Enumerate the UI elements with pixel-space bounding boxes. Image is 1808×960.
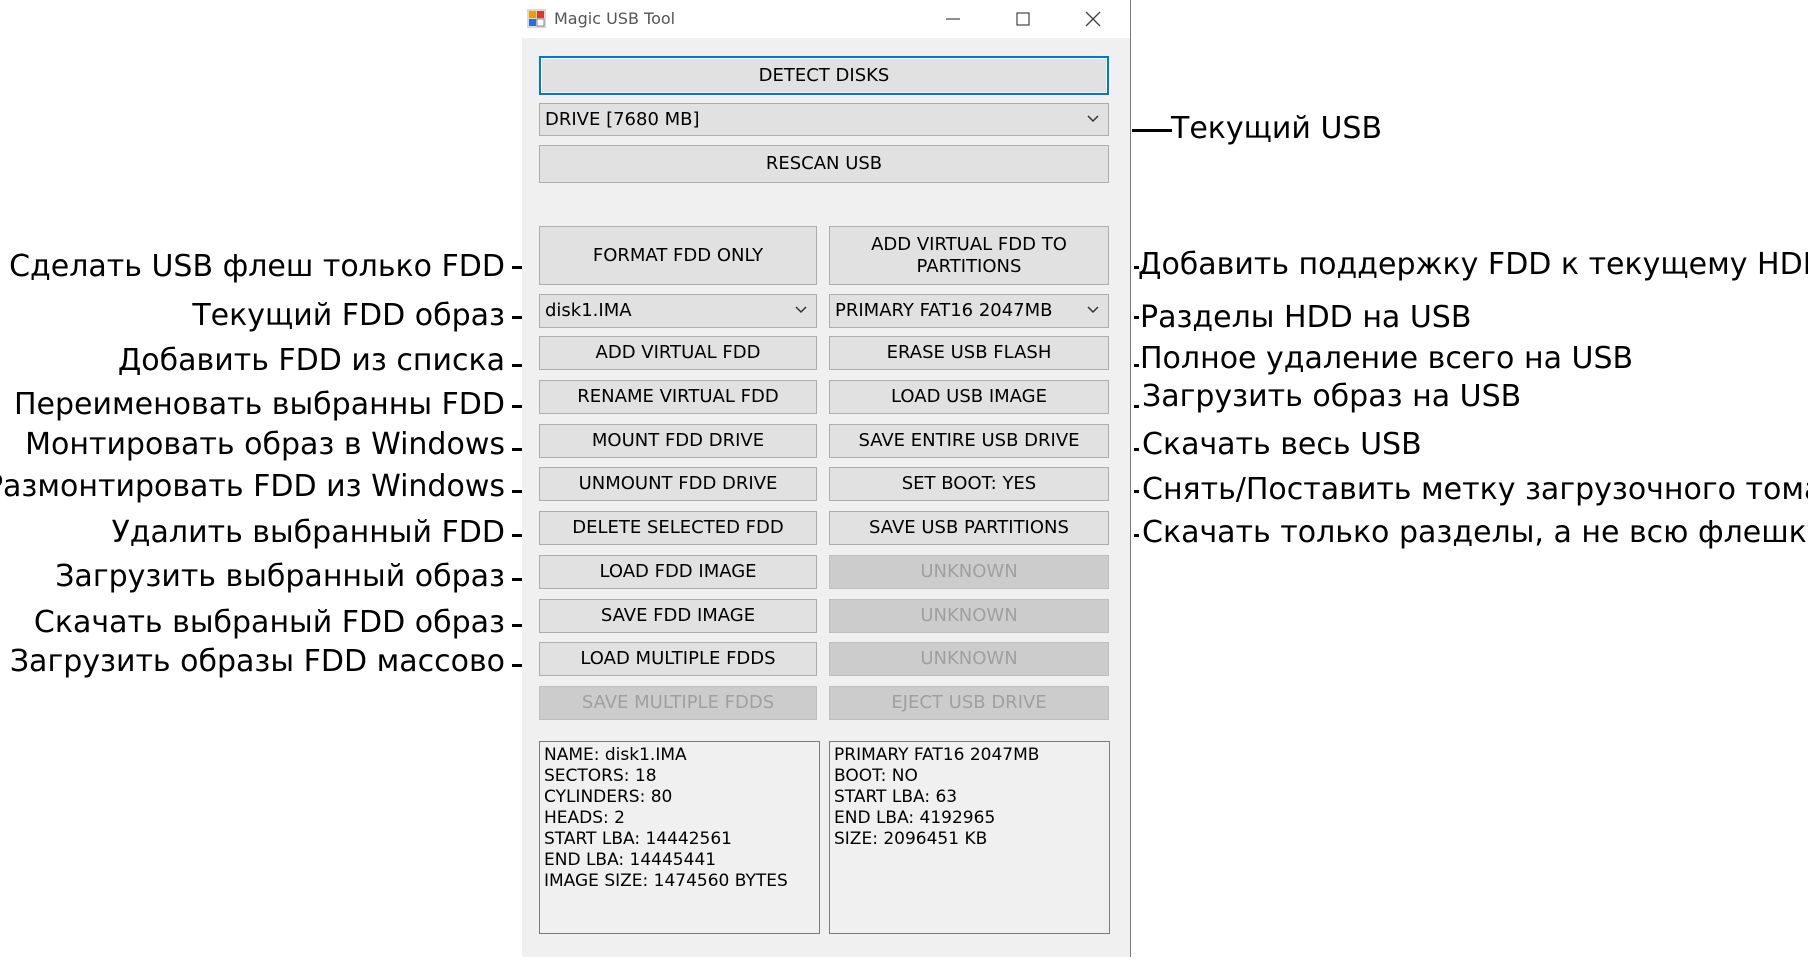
format-fdd-only-button[interactable]: FORMAT FDD ONLY	[539, 226, 817, 285]
chevron-down-icon	[795, 306, 807, 314]
add-virtual-fdd-button[interactable]: ADD VIRTUAL FDD	[539, 336, 817, 370]
load-multiple-fdds-button[interactable]: LOAD MULTIPLE FDDS	[539, 642, 817, 676]
drive-select[interactable]: DRIVE [7680 MB]	[539, 103, 1109, 136]
annotation-pointer	[512, 405, 522, 408]
annotation-load: Загрузить выбранный образ	[55, 559, 505, 594]
load-fdd-image-button[interactable]: LOAD FDD IMAGE	[539, 555, 817, 589]
annotation-save-partitions: Скачать только разделы, а не всю флешку	[1142, 515, 1808, 550]
minimize-button[interactable]	[918, 0, 988, 38]
annotation-pointer	[512, 490, 522, 493]
eject-usb-drive-button: EJECT USB DRIVE	[829, 686, 1109, 720]
annotation-pointer	[1134, 316, 1139, 319]
annotation-rename: Переименовать выбранны FDD	[13, 387, 505, 422]
fdd-info-line: HEADS: 2	[544, 808, 625, 828]
delete-selected-fdd-button[interactable]: DELETE SELECTED FDD	[539, 511, 817, 545]
unknown-button-2: UNKNOWN	[829, 599, 1109, 633]
set-boot-button[interactable]: SET BOOT: YES	[829, 467, 1109, 501]
save-usb-partitions-button[interactable]: SAVE USB PARTITIONS	[829, 511, 1109, 545]
save-entire-usb-drive-button[interactable]: SAVE ENTIRE USB DRIVE	[829, 424, 1109, 458]
app-window: Magic USB Tool DETECT DISKS DRIVE [7680 …	[522, 0, 1131, 957]
fdd-info-line: NAME: disk1.IMA	[544, 745, 687, 765]
rename-virtual-fdd-button[interactable]: RENAME VIRTUAL FDD	[539, 380, 817, 414]
annotation-set-boot: Снять/Поставить метку загрузочного тома	[1142, 472, 1808, 507]
annotation-pointer	[1132, 129, 1172, 132]
annotation-save-entire: Скачать весь USB	[1142, 427, 1422, 462]
drive-select-value: DRIVE [7680 MB]	[545, 109, 700, 130]
fdd-info-line: CYLINDERS: 80	[544, 787, 673, 807]
annotation-pointer	[512, 448, 522, 451]
unknown-button-1: UNKNOWN	[829, 555, 1109, 589]
add-virtual-fdd-to-partitions-button[interactable]: ADD VIRTUAL FDD TO PARTITIONS	[829, 226, 1109, 285]
close-icon	[1085, 11, 1101, 27]
annotation-unmount: Размонтировать FDD из Windows	[0, 469, 505, 504]
annotation-save: Скачать выбраный FDD образ	[33, 605, 505, 640]
window-title: Magic USB Tool	[554, 9, 676, 28]
partition-select[interactable]: PRIMARY FAT16 2047MB	[829, 294, 1109, 328]
partition-info-line: START LBA: 63	[834, 787, 958, 807]
partition-info-line: PRIMARY FAT16 2047MB	[834, 745, 1040, 765]
partition-info-line: END LBA: 4192965	[834, 808, 996, 828]
close-button[interactable]	[1058, 0, 1128, 38]
annotation-mount: Монтировать образ в Windows	[25, 427, 505, 462]
detect-disks-button[interactable]: DETECT DISKS	[539, 56, 1109, 95]
annotation-partitions: Разделы HDD на USB	[1140, 300, 1472, 335]
rescan-usb-button[interactable]: RESCAN USB	[539, 145, 1109, 183]
save-fdd-image-button[interactable]: SAVE FDD IMAGE	[539, 599, 817, 633]
unmount-fdd-drive-button[interactable]: UNMOUNT FDD DRIVE	[539, 467, 817, 501]
minimize-icon	[946, 18, 960, 20]
annotation-pointer	[1134, 448, 1139, 451]
partition-info-box: PRIMARY FAT16 2047MB BOOT: NO START LBA:…	[829, 741, 1110, 934]
load-usb-image-button[interactable]: LOAD USB IMAGE	[829, 380, 1109, 414]
annotation-erase: Полное удаление всего на USB	[1140, 341, 1634, 376]
fdd-image-select[interactable]: disk1.IMA	[539, 294, 817, 328]
annotation-load-multi: Загрузить образы FDD массово	[9, 644, 505, 679]
fdd-image-select-value: disk1.IMA	[545, 300, 632, 321]
fdd-info-line: SECTORS: 18	[544, 766, 657, 786]
annotation-pointer	[512, 266, 522, 269]
annotation-pointer	[512, 624, 522, 627]
chevron-down-icon	[1087, 306, 1099, 314]
partition-info-line: BOOT: NO	[834, 766, 918, 786]
annotation-pointer	[1134, 534, 1139, 537]
annotation-pointer	[512, 316, 522, 319]
save-multiple-fdds-button: SAVE MULTIPLE FDDS	[539, 686, 817, 720]
chevron-down-icon	[1087, 115, 1099, 123]
annotation-pointer	[512, 578, 522, 581]
annotation-current-usb: Текущий USB	[1171, 111, 1383, 146]
title-bar[interactable]: Magic USB Tool	[522, 0, 1130, 38]
partition-info-line: SIZE: 2096451 KB	[834, 829, 988, 849]
maximize-button[interactable]	[988, 0, 1058, 38]
erase-usb-flash-button[interactable]: ERASE USB FLASH	[829, 336, 1109, 370]
annotation-pointer	[512, 534, 522, 537]
annotation-pointer	[512, 364, 522, 367]
fdd-info-line: END LBA: 14445441	[544, 850, 717, 870]
app-icon	[527, 9, 546, 28]
annotation-add: Добавить FDD из списка	[117, 343, 505, 378]
annotation-pointer	[512, 664, 522, 667]
annotation-load-image: Загрузить образ на USB	[1142, 379, 1522, 414]
annotation-pointer	[1134, 490, 1139, 493]
fdd-info-line: START LBA: 14442561	[544, 829, 732, 849]
annotation-pointer	[1134, 364, 1139, 367]
annotation-delete: Удалить выбранный FDD	[111, 515, 505, 550]
fdd-info-line: IMAGE SIZE: 1474560 BYTES	[544, 871, 788, 891]
fdd-info-box: NAME: disk1.IMA SECTORS: 18 CYLINDERS: 8…	[539, 741, 820, 934]
annotation-current-image: Текущий FDD образ	[192, 298, 505, 333]
partition-select-value: PRIMARY FAT16 2047MB	[835, 300, 1053, 321]
annotation-pointer	[1134, 405, 1139, 408]
annotation-add-fdd: Добавить поддержку FDD к текущему HDD	[1138, 247, 1808, 282]
maximize-icon	[1016, 12, 1030, 26]
annotation-format: Сделать USB флеш только FDD	[9, 249, 505, 284]
unknown-button-3: UNKNOWN	[829, 642, 1109, 676]
mount-fdd-drive-button[interactable]: MOUNT FDD DRIVE	[539, 424, 817, 458]
